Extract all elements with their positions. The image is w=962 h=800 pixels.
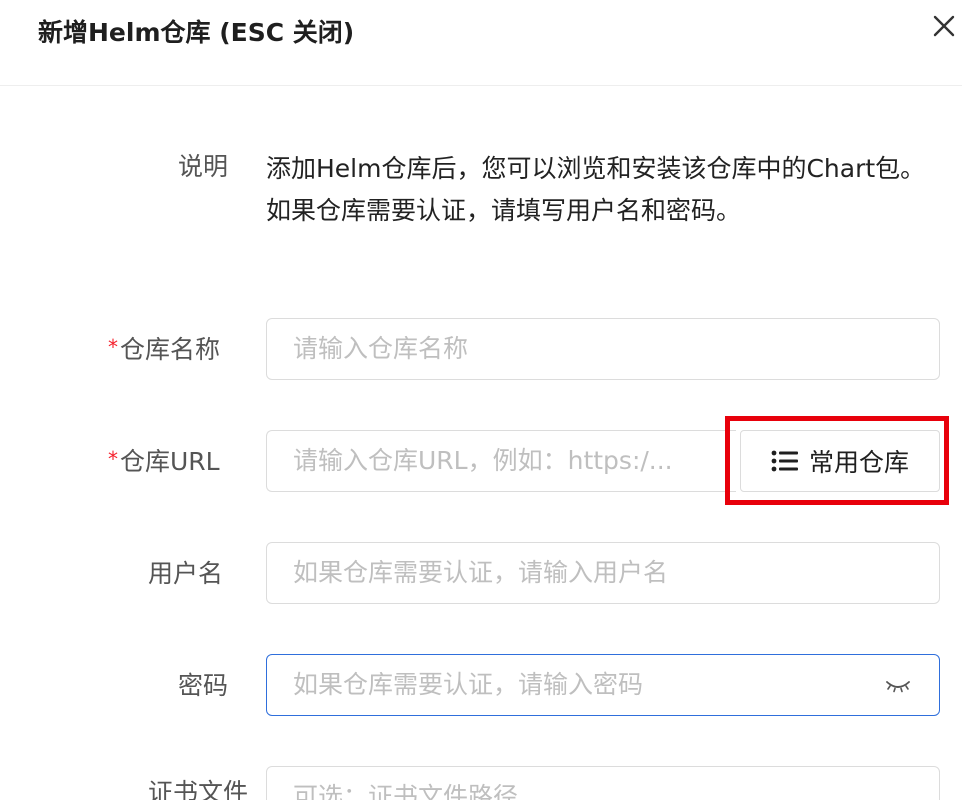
description-label: 说明 [178,152,229,181]
repo-name-label-text: 仓库名称 [120,335,221,364]
repo-name-input[interactable]: 请输入仓库名称 [266,318,940,380]
certificate-label: 证书文件 [148,778,249,800]
password-input[interactable]: 如果仓库需要认证，请输入密码 [266,654,940,716]
password-label: 密码 [178,671,229,700]
dialog-header: 新增Helm仓库 (ESC 关闭) [0,0,962,86]
close-icon[interactable] [924,6,962,46]
repo-name-label: *仓库名称 [108,333,220,367]
common-repo-button-label: 常用仓库 [808,448,909,477]
dialog-title: 新增Helm仓库 (ESC 关闭) [38,18,355,47]
required-mark: * [108,447,118,471]
repo-url-input[interactable]: 请输入仓库URL，例如：https:/... [266,430,736,492]
required-mark: * [108,335,118,359]
certificate-input[interactable]: 可选：证书文件路径 [266,766,940,800]
list-icon [771,450,799,472]
username-label: 用户名 [148,559,224,588]
repo-url-label-text: 仓库URL [120,447,220,476]
username-input[interactable]: 如果仓库需要认证，请输入用户名 [266,542,940,604]
common-repo-button[interactable]: 常用仓库 [740,430,940,492]
eye-closed-icon[interactable] [884,674,912,696]
repo-url-label: *仓库URL [108,445,220,479]
description-text: 添加Helm仓库后，您可以浏览和安装该仓库中的Chart包。如果仓库需要认证，请… [266,154,926,225]
